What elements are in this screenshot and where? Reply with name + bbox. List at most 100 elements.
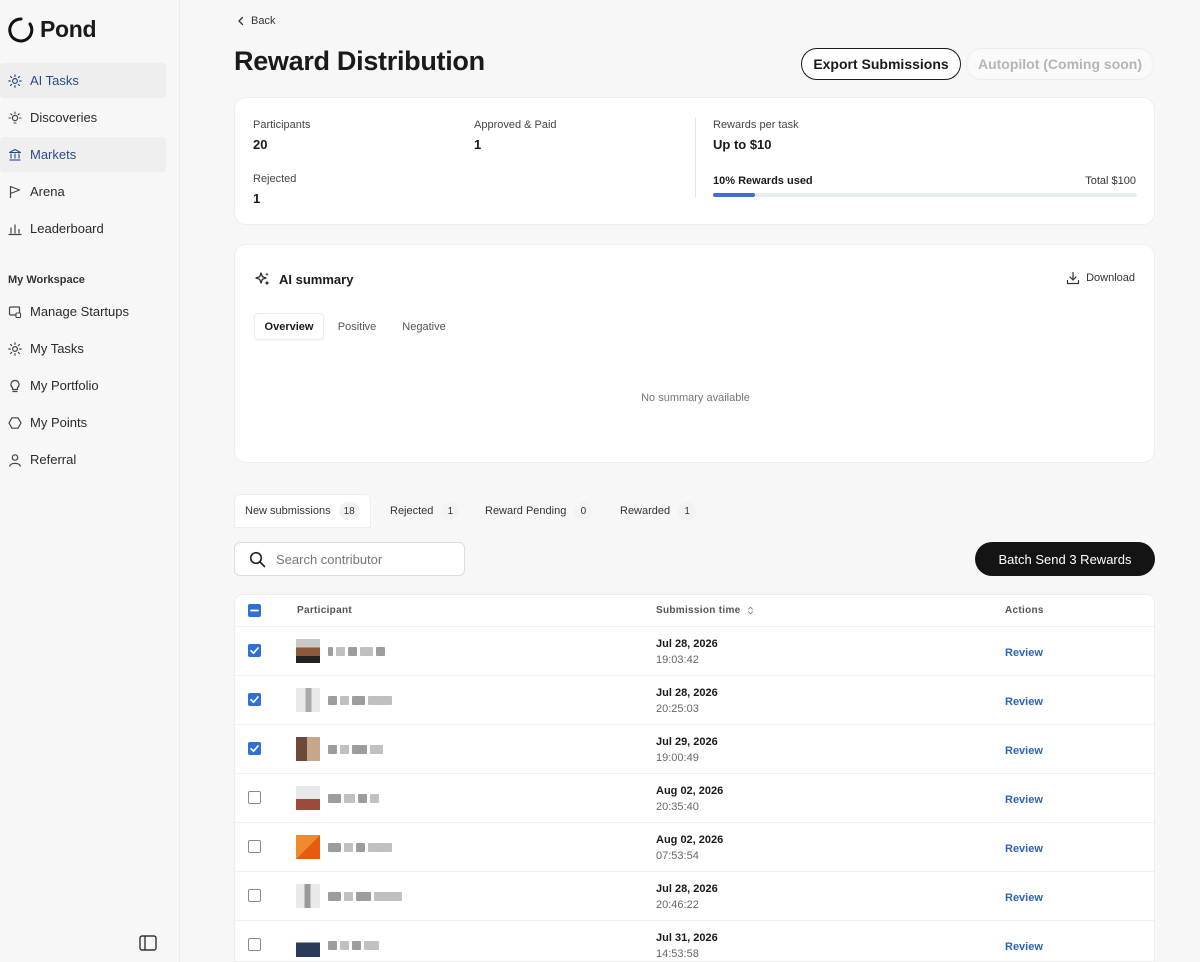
sidebar-item-leaderboard[interactable]: Leaderboard [0,211,166,246]
column-header-participant: Participant [297,605,352,616]
search-box[interactable] [234,542,465,576]
avatar [296,688,320,712]
sidebar-item-ai-tasks[interactable]: AI Tasks [0,63,166,98]
stats-card: Participants 20 Approved & Paid 1 Reject… [234,97,1155,225]
approved-value: 1 [474,137,482,152]
table-row: Aug 02, 2026 07:53:54 Review [235,822,1154,871]
row-checkbox[interactable] [248,644,261,657]
participants-label: Participants [253,119,311,131]
sidebar-item-discoveries[interactable]: Discoveries [0,100,166,135]
sidebar-item-my-tasks[interactable]: My Tasks [0,331,166,366]
row-checkbox[interactable] [248,693,261,706]
sidebar-item-label: My Points [30,415,88,430]
ai-summary-card: AI summary Download Overview Positive Ne… [234,244,1155,463]
table-row: Jul 31, 2026 14:53:58 Review [235,920,1154,961]
sidebar-item-my-points[interactable]: My Points [0,405,166,440]
bank-icon [8,148,22,162]
sidebar-item-manage-startups[interactable]: Manage Startups [0,294,166,329]
sparkle-icon [255,272,270,286]
autopilot-button: Autopilot (Coming soon) [966,48,1154,80]
sidebar-item-label: Arena [30,184,65,199]
tab-negative[interactable]: Negative [393,313,455,340]
workspace-title: My Workspace [8,274,85,286]
sidebar-item-my-portfolio[interactable]: My Portfolio [0,368,166,403]
submission-time: 20:25:03 [656,703,699,715]
select-all-checkbox[interactable] [248,604,261,617]
briefcase-icon [8,305,22,319]
participant-name-redacted [328,793,379,803]
sidebar-item-markets[interactable]: Markets [0,137,166,172]
batch-send-rewards-button[interactable]: Batch Send 3 Rewards [975,542,1155,576]
row-checkbox[interactable] [248,742,261,755]
bar-chart-icon [8,222,22,236]
sidebar-item-label: AI Tasks [30,73,79,88]
export-submissions-button[interactable]: Export Submissions [801,48,961,80]
submission-date: Jul 28, 2026 [656,638,718,650]
sidebar-item-label: My Tasks [30,341,84,356]
avatar [296,639,320,663]
column-header-label: Submission time [656,605,741,616]
row-checkbox[interactable] [248,840,261,853]
pond-logo-icon [8,16,34,42]
rewards-per-task-label: Rewards per task [713,119,799,131]
review-link[interactable]: Review [1005,843,1043,855]
count-badge: 1 [678,502,697,520]
sort-icon [747,606,753,615]
review-link[interactable]: Review [1005,892,1043,904]
chevron-left-icon [238,16,244,26]
submission-date: Jul 28, 2026 [656,883,718,895]
row-checkbox[interactable] [248,889,261,902]
submission-date: Jul 28, 2026 [656,687,718,699]
review-link[interactable]: Review [1005,941,1043,953]
hexagon-icon [8,416,22,430]
rewards-progress-fill [713,193,756,197]
download-icon [1066,271,1080,285]
tab-positive[interactable]: Positive [329,313,385,340]
no-summary-text: No summary available [641,392,750,404]
back-label: Back [251,15,276,27]
page-title: Reward Distribution [234,46,485,76]
submission-time: 19:00:49 [656,752,699,764]
sidebar-item-arena[interactable]: Arena [0,174,166,209]
search-input[interactable] [276,551,446,567]
table-row: Jul 28, 2026 20:46:22 Review [235,871,1154,920]
avatar [296,835,320,859]
submission-time: 20:35:40 [656,801,699,813]
sidebar: Pond AI Tasks Discoveries Markets Arena … [0,0,180,962]
count-badge: 0 [574,502,593,520]
column-header-submission-time[interactable]: Submission time [656,605,754,616]
participant-name-redacted [328,891,402,901]
tab-new-submissions[interactable]: New submissions 18 [234,494,371,528]
review-link[interactable]: Review [1005,647,1043,659]
avatar [296,884,320,908]
ai-summary-title: AI summary [279,271,354,287]
participant-name-redacted [328,842,392,852]
pond-logo[interactable]: Pond [8,16,97,43]
back-link[interactable]: Back [237,15,275,27]
review-link[interactable]: Review [1005,745,1043,757]
tab-reward-pending[interactable]: Reward Pending 0 [475,494,602,528]
tab-rewarded[interactable]: Rewarded 1 [610,494,706,528]
download-button[interactable]: Download [1066,271,1135,285]
row-checkbox[interactable] [248,938,261,951]
tab-rejected[interactable]: Rejected 1 [380,494,469,528]
table-row: Jul 29, 2026 19:00:49 Review [235,724,1154,773]
rewards-used-label: 10% Rewards used [713,175,813,187]
review-link[interactable]: Review [1005,794,1043,806]
download-label: Download [1086,272,1135,284]
submission-time: 07:53:54 [656,850,699,862]
sidebar-item-label: My Portfolio [30,378,99,393]
sun-icon [8,73,22,88]
participant-name-redacted [328,695,392,705]
review-link[interactable]: Review [1005,696,1043,708]
tab-label: Rejected [390,505,434,517]
submission-date: Aug 02, 2026 [656,785,724,797]
sidebar-toggle-icon[interactable] [139,935,157,951]
tab-label: Rewarded [620,505,671,517]
row-checkbox[interactable] [248,791,261,804]
column-header-actions: Actions [1005,605,1044,616]
sidebar-item-referral[interactable]: Referral [0,442,166,477]
tab-overview[interactable]: Overview [254,313,324,340]
table-row: Jul 28, 2026 20:25:03 Review [235,675,1154,724]
table-row: Aug 02, 2026 20:35:40 Review [235,773,1154,822]
